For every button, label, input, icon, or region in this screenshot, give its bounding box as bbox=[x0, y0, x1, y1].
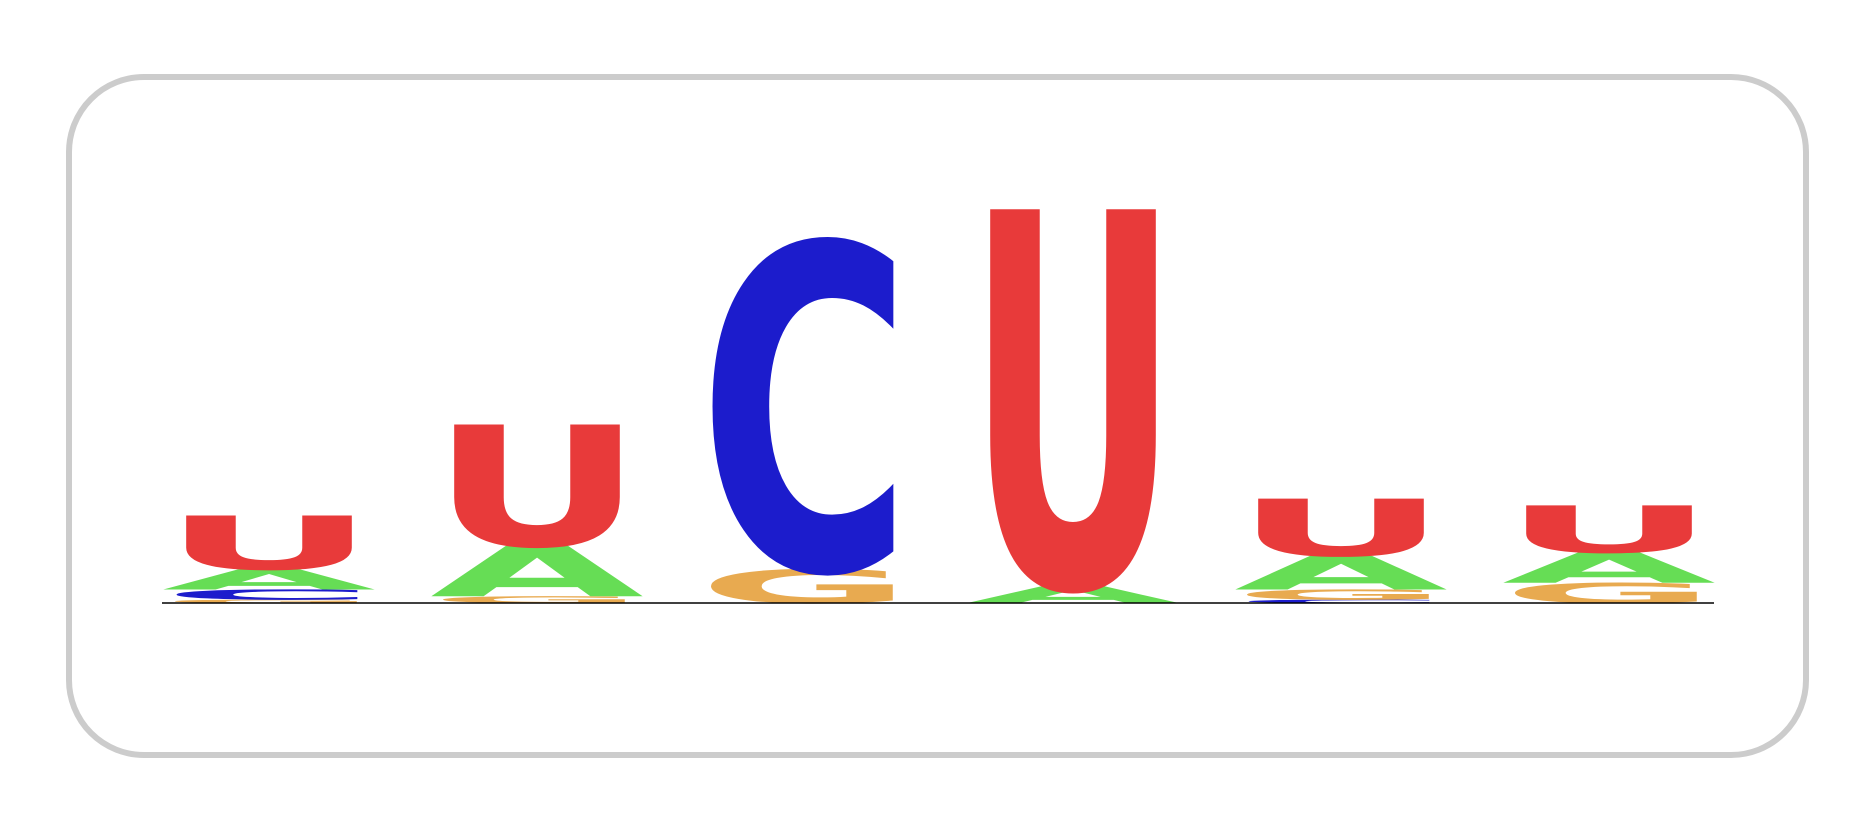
logo-letter-u-pos2: U bbox=[430, 392, 644, 585]
logo-letter-u-pos6: U bbox=[1502, 493, 1716, 568]
logo-stacks: GCAUGAUGC AU CGAUGAU bbox=[162, 106, 1716, 708]
logo-letter-c-pos3: C bbox=[698, 155, 912, 676]
logo-letter-u-pos1: U bbox=[162, 501, 376, 587]
logo-letter-u-pos4: U bbox=[966, 106, 1180, 708]
logo-letter-u-pos5: U bbox=[1234, 483, 1448, 574]
sequence-logo: GCAUGAUGC AU CGAUGAU bbox=[162, 106, 1716, 708]
